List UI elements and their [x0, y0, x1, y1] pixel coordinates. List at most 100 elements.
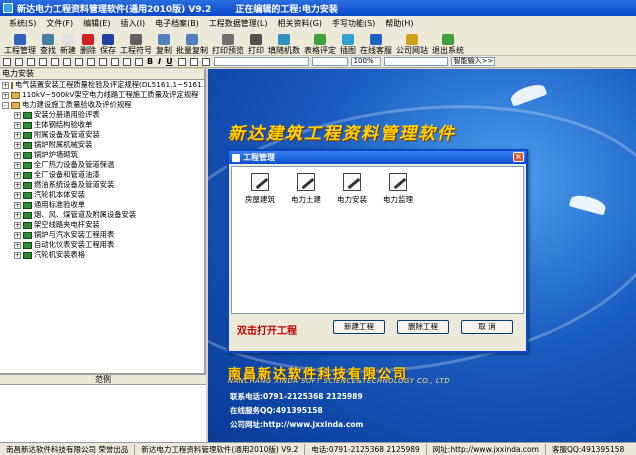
expand-icon[interactable]: + [14, 161, 21, 169]
project-item-power-install[interactable]: 电力安装 [330, 173, 374, 205]
style-select[interactable] [383, 57, 448, 66]
menu-system[interactable]: 系统(S) [4, 18, 41, 29]
row-icon[interactable] [27, 57, 35, 66]
menu-e-archive[interactable]: 电子档案(B) [150, 18, 204, 29]
align-center-icon[interactable] [189, 57, 198, 66]
menu-project-data[interactable]: 工程数据管理(L) [204, 18, 273, 29]
zoom-select[interactable]: 100% [350, 57, 381, 66]
expand-icon[interactable]: + [14, 221, 21, 229]
toolbar-button-12[interactable]: 插图 [338, 29, 358, 55]
image-icon [342, 34, 354, 45]
cancel-button[interactable]: 取 消 [461, 320, 513, 334]
cut-icon[interactable] [111, 57, 119, 66]
expand-icon[interactable]: + [14, 141, 21, 149]
toolbar-button-14[interactable]: 公司网站 [394, 29, 430, 55]
tree-item[interactable]: + 主体钢结构验收单 [0, 120, 204, 130]
expand-icon[interactable]: + [2, 81, 9, 89]
tree-item[interactable]: + 燃油系统设备及管道安装 [0, 180, 204, 190]
redo-icon[interactable] [99, 57, 107, 66]
undo-icon[interactable] [87, 57, 95, 66]
tree-item[interactable]: + 烟、风、煤管道及附属设备安装 [0, 210, 204, 220]
company-name-en: NANCHANG XINDA SOFT SCIENCE&TECHNOLOGY C… [228, 377, 451, 385]
collapse-icon[interactable]: - [2, 101, 9, 109]
toolbar-button-4[interactable]: 保存 [98, 29, 118, 55]
table-icon[interactable] [15, 57, 23, 66]
expand-icon[interactable]: + [14, 211, 21, 219]
tree-item[interactable]: + 全厂热力设备及管道保温 [0, 160, 204, 170]
italic-button[interactable]: I [158, 57, 161, 66]
expand-icon[interactable]: + [14, 191, 21, 199]
expand-icon[interactable]: + [14, 201, 21, 209]
align-right-icon[interactable] [201, 57, 210, 66]
align-left-icon[interactable] [177, 57, 186, 66]
expand-icon[interactable]: + [14, 231, 21, 239]
font-select[interactable] [213, 57, 309, 66]
format-painter-icon[interactable] [135, 57, 143, 66]
toolbar-button-5[interactable]: 工程符号 [118, 29, 154, 55]
expand-icon[interactable]: + [14, 131, 21, 139]
font-size-select[interactable] [311, 57, 348, 66]
toolbar-button-2[interactable]: 新建 [58, 29, 78, 55]
search-icon [42, 34, 54, 45]
close-icon[interactable]: × [513, 152, 524, 162]
tree-item[interactable]: + 汽轮机安装表格 [0, 250, 204, 260]
toolbar-button-11[interactable]: 表格评定 [302, 29, 338, 55]
border-icon[interactable] [75, 57, 83, 66]
merge-icon[interactable] [51, 57, 59, 66]
menu-handwriting[interactable]: 手写功能(S) [327, 18, 380, 29]
expand-icon[interactable]: + [14, 111, 21, 119]
toolbar-button-10[interactable]: 填随机数 [266, 29, 302, 55]
tree-item[interactable]: + 电气装置安装工程质量检验及评定规程(DL5161.1~5161.17-2002… [0, 80, 204, 90]
tree-item[interactable]: + 锅炉与汽水安装工程用表 [0, 230, 204, 240]
tree-item[interactable]: + 架空线路夹电杆安装 [0, 220, 204, 230]
tree-item-label: 全厂设备和管道油漆 [34, 170, 100, 179]
tree-item[interactable]: + 通用标准验收单 [0, 200, 204, 210]
toolbar-button-3[interactable]: 删除 [78, 29, 98, 55]
expand-icon[interactable]: + [2, 91, 9, 99]
tree-item[interactable]: + 锅炉附属机械安装 [0, 140, 204, 150]
bold-button[interactable]: B [147, 57, 153, 66]
menu-related-docs[interactable]: 相关资料(G) [273, 18, 327, 29]
toolbar-button-13[interactable]: 在线客服 [358, 29, 394, 55]
tree-item-label: 锅炉炉墙砌筑 [34, 150, 78, 159]
tree-item[interactable]: +110kV~500kV架空电力线路工程施工质量及评定规程 [0, 90, 204, 100]
col-icon[interactable] [39, 57, 47, 66]
menu-insert[interactable]: 插入(I) [115, 18, 150, 29]
delete-project-button[interactable]: 删除工程 [397, 320, 449, 334]
tree-item[interactable]: + 附属设备及管道安装 [0, 130, 204, 140]
toolbar-button-label: 打印 [248, 46, 264, 55]
project-doc-icon [251, 173, 269, 191]
project-item-power-supervision[interactable]: 电力监理 [376, 173, 420, 205]
expand-icon[interactable]: + [14, 171, 21, 179]
project-item-power-civil[interactable]: 电力土建 [284, 173, 328, 205]
tree-item[interactable]: - 电力建设施工质量验收及评价规程 [0, 100, 204, 110]
tree-item[interactable]: + 安装分册通用验评表 [0, 110, 204, 120]
grid-icon[interactable] [3, 57, 11, 66]
toolbar-button-6[interactable]: 复制 [154, 29, 174, 55]
underline-button[interactable]: U [166, 57, 173, 66]
new-project-button[interactable]: 新建工程 [333, 320, 385, 334]
menu-file[interactable]: 文件(F) [41, 18, 78, 29]
tree-item[interactable]: + 汽轮机本体安装 [0, 190, 204, 200]
tree-item[interactable]: + 全厂设备和管道油漆 [0, 170, 204, 180]
tree-item[interactable]: + 自动化仪表安装工程用表 [0, 240, 204, 250]
menu-edit[interactable]: 编辑(E) [78, 18, 115, 29]
toolbar-button-7[interactable]: 批量复制 [174, 29, 210, 55]
expand-icon[interactable]: + [14, 241, 21, 249]
project-item-building[interactable]: 房屋建筑 [238, 173, 282, 205]
expand-icon[interactable]: + [14, 151, 21, 159]
expand-icon[interactable]: + [14, 121, 21, 129]
tree-item[interactable]: + 锅炉炉墙砌筑 [0, 150, 204, 160]
book-icon [23, 131, 32, 139]
smart-input-button[interactable]: 智能输入>> [450, 57, 495, 66]
toolbar-button-0[interactable]: 工程管理 [2, 29, 38, 55]
paste-icon[interactable] [123, 57, 131, 66]
toolbar-button-15[interactable]: 退出系统 [430, 29, 466, 55]
toolbar-button-8[interactable]: 打印预览 [210, 29, 246, 55]
expand-icon[interactable]: + [14, 181, 21, 189]
expand-icon[interactable]: + [14, 251, 21, 259]
menu-help[interactable]: 帮助(H) [380, 18, 418, 29]
toolbar-button-1[interactable]: 查找 [38, 29, 58, 55]
toolbar-button-9[interactable]: 打印 [246, 29, 266, 55]
split-icon[interactable] [63, 57, 71, 66]
